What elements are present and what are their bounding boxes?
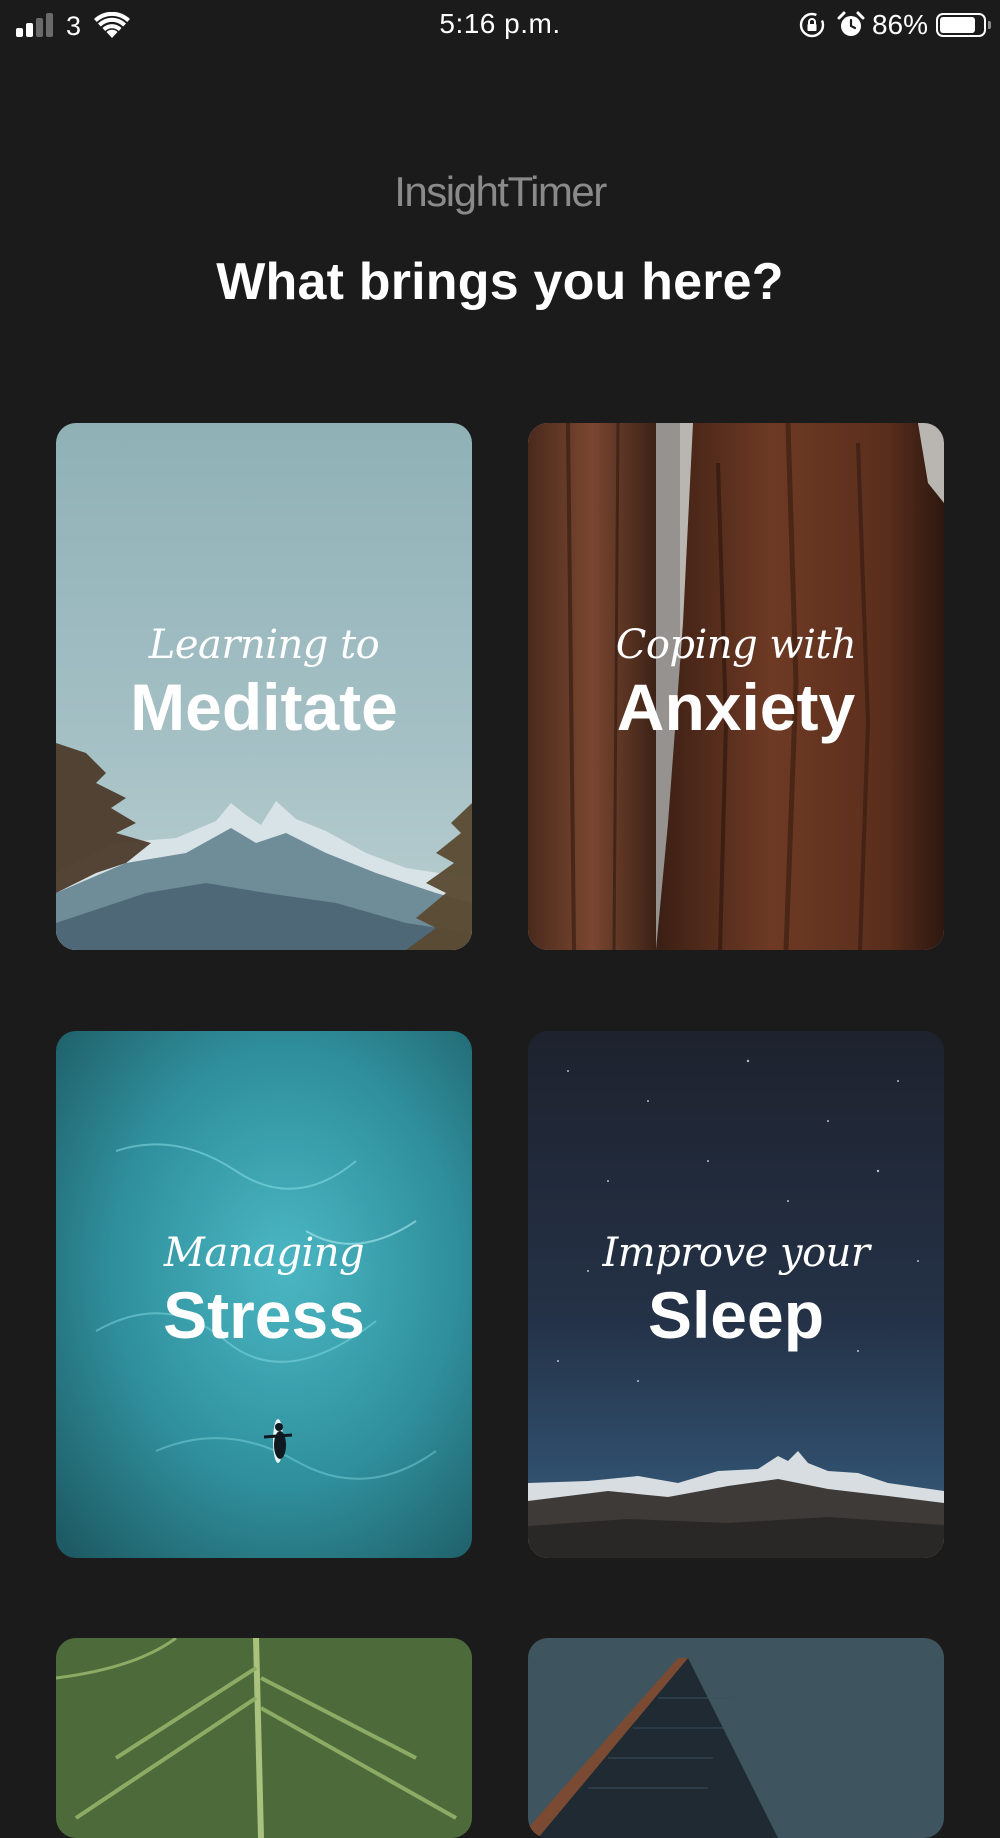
card-stress[interactable]: Managing Stress <box>56 1031 472 1558</box>
card-subtitle: Improve your <box>602 1230 870 1276</box>
leaf-image <box>56 1638 472 1838</box>
orientation-lock-icon <box>799 12 825 38</box>
battery-percent: 86% <box>871 9 928 40</box>
card-label: Coping with Anxiety <box>528 623 944 745</box>
building-image <box>528 1638 944 1838</box>
card-meditate[interactable]: Learning to Meditate <box>56 423 472 950</box>
card-label: Learning to Meditate <box>56 623 472 745</box>
card-label: Improve your Sleep <box>528 1231 944 1353</box>
card-subtitle: Coping with <box>615 622 857 668</box>
card-title: Meditate <box>130 670 398 744</box>
battery-icon <box>936 13 991 37</box>
card-leaf[interactable] <box>56 1638 472 1838</box>
alarm-icon <box>837 11 865 36</box>
page-title: What brings you here? <box>216 253 784 311</box>
card-building[interactable] <box>528 1638 944 1838</box>
card-subtitle: Learning to <box>148 622 380 668</box>
brand-logo: InsightTimer <box>394 168 607 215</box>
card-label: Managing Stress <box>56 1231 472 1353</box>
card-title: Anxiety <box>616 670 856 744</box>
card-subtitle: Managing <box>163 1230 365 1276</box>
card-anxiety[interactable]: Coping with Anxiety <box>528 423 944 950</box>
status-bar: 3 5:16 p.m. 86% <box>0 0 1000 52</box>
card-title: Stress <box>163 1278 365 1352</box>
card-sleep[interactable]: Improve your Sleep <box>528 1031 944 1558</box>
card-title: Sleep <box>647 1278 825 1352</box>
status-right: 86% <box>798 9 991 41</box>
